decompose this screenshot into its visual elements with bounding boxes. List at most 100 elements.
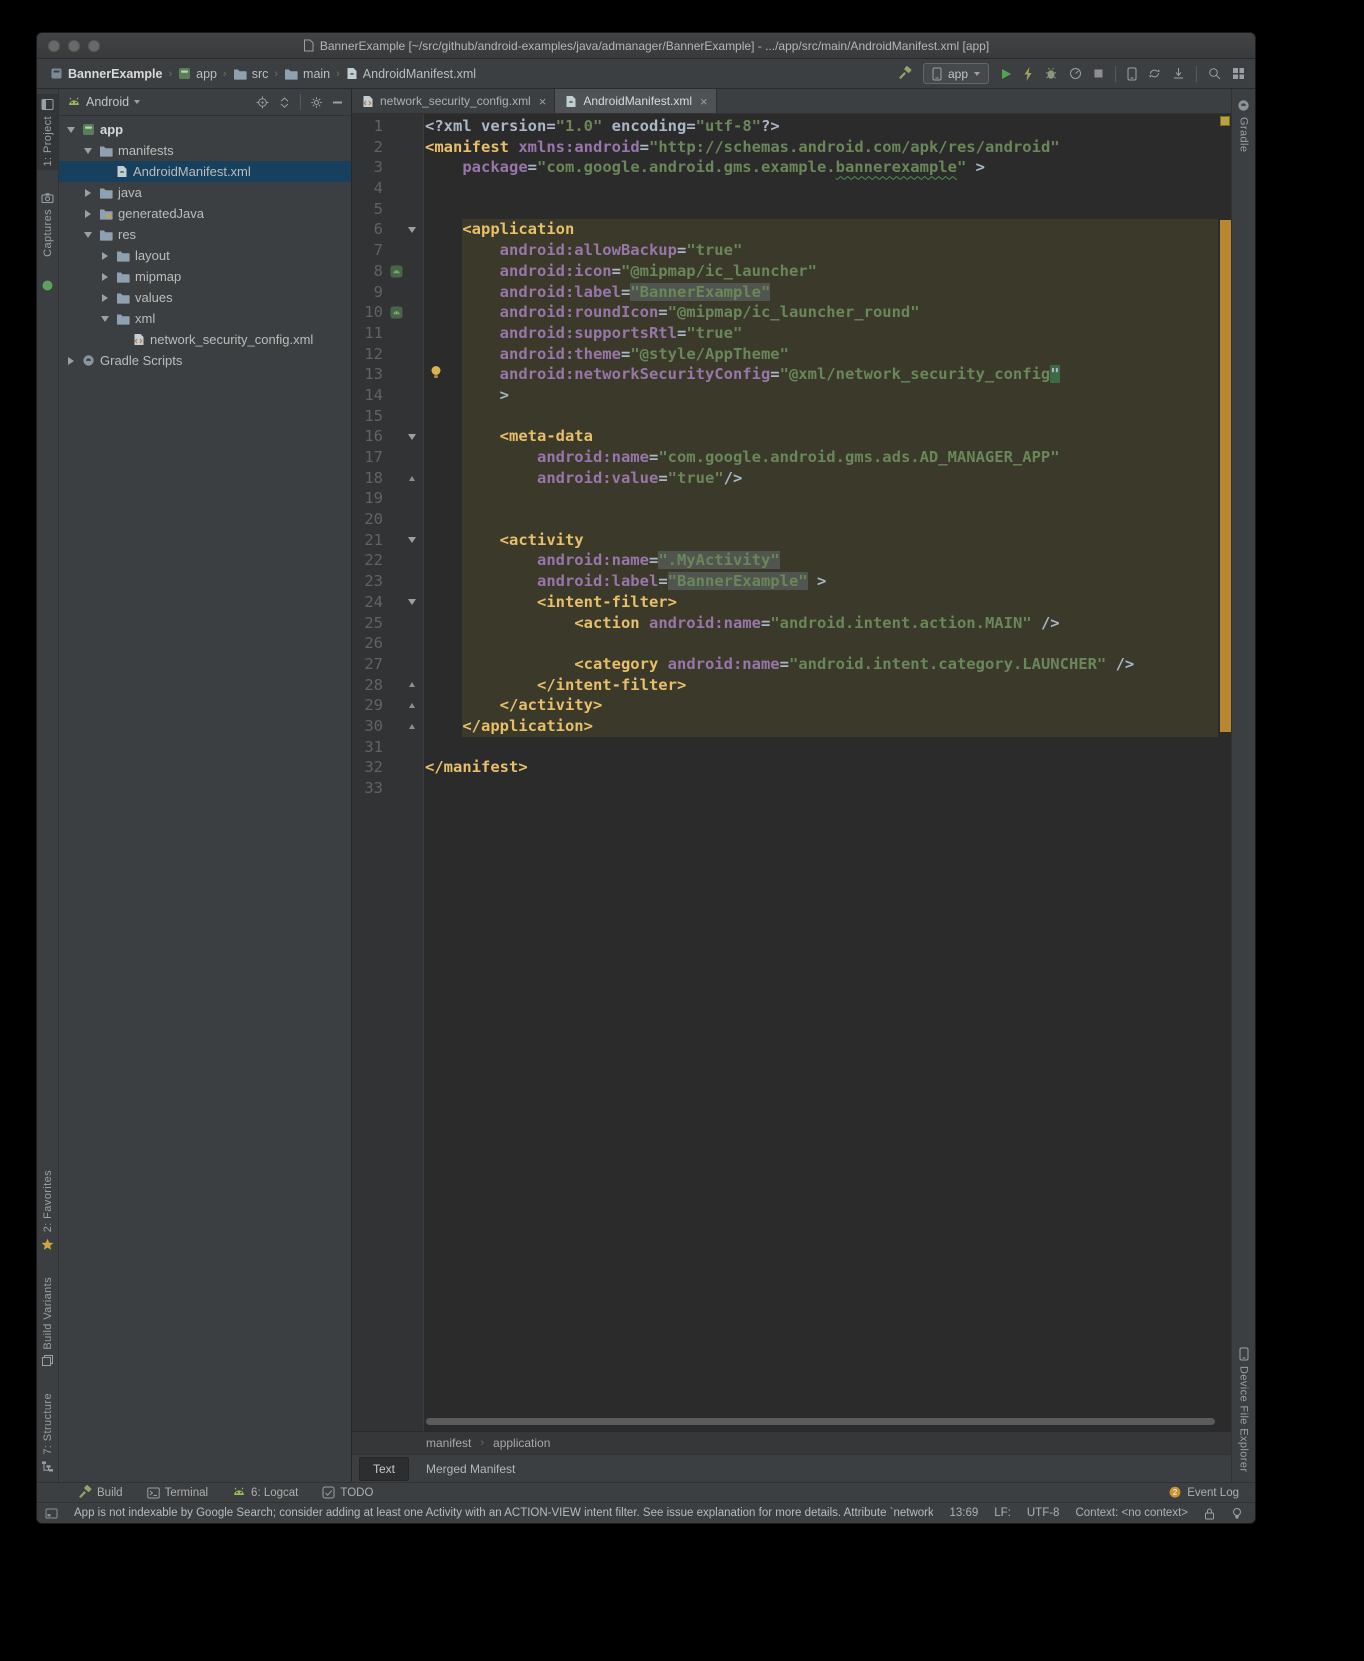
stop-icon[interactable] (1093, 68, 1104, 79)
line-number[interactable]: 23 (352, 571, 388, 592)
tree-expand-arrow[interactable] (99, 273, 111, 281)
code-line[interactable]: android:name=".MyActivity" (425, 550, 1218, 571)
sdk-manager-icon[interactable] (1172, 67, 1185, 80)
code-line[interactable]: android:theme="@style/AppTheme" (425, 344, 1218, 365)
line-number[interactable]: 30 (352, 716, 388, 737)
editor-mode-tab-text[interactable]: Text (359, 1457, 409, 1481)
tool-button-2-favorites[interactable]: 2: Favorites (37, 1166, 58, 1254)
line-number[interactable]: 16 (352, 426, 388, 447)
editor-tab[interactable]: network_security_config.xml× (352, 89, 555, 113)
code-line[interactable]: <manifest xmlns:android="http://schemas.… (425, 137, 1218, 158)
tree-item[interactable]: AndroidManifest.xml (59, 161, 351, 182)
line-number[interactable]: 15 (352, 406, 388, 427)
code-line[interactable] (425, 199, 1218, 220)
code-line[interactable]: android:supportsRtl="true" (425, 323, 1218, 344)
inspections-indicator[interactable] (1220, 116, 1230, 126)
line-number[interactable]: 8 (352, 261, 388, 282)
tree-item[interactable]: java (59, 182, 351, 203)
line-number[interactable]: 20 (352, 509, 388, 530)
fold-marker[interactable] (405, 724, 418, 729)
code-line[interactable]: <meta-data (425, 426, 1218, 447)
line-number[interactable]: 5 (352, 199, 388, 220)
breadcrumb-manifest[interactable]: manifest (426, 1436, 471, 1450)
hide-panel-icon[interactable] (332, 97, 343, 108)
line-number[interactable]: 27 (352, 654, 388, 675)
code-line[interactable] (425, 737, 1218, 758)
profiler-icon[interactable] (1069, 67, 1082, 80)
code-line[interactable] (425, 488, 1218, 509)
tree-expand-arrow[interactable] (82, 148, 94, 154)
fold-marker[interactable] (405, 476, 418, 481)
line-number[interactable]: 28 (352, 675, 388, 696)
tool-button-1-project[interactable]: 1: Project (37, 94, 58, 170)
line-number[interactable]: 25 (352, 613, 388, 634)
line-number[interactable]: 26 (352, 633, 388, 654)
launcher-preview-icon[interactable] (388, 306, 405, 319)
tree-expand-arrow[interactable] (82, 189, 94, 197)
line-number[interactable]: 14 (352, 385, 388, 406)
tree-item[interactable]: manifests (59, 140, 351, 161)
device-manager-icon[interactable] (1127, 67, 1137, 81)
lock-icon[interactable] (1204, 1507, 1215, 1520)
tool-button-device-file-explorer[interactable]: Device File Explorer (1232, 1343, 1255, 1476)
toolwindows-icon[interactable] (1232, 67, 1245, 80)
breadcrumb-item[interactable]: AndroidManifest.xml (343, 66, 479, 82)
code-line[interactable]: android:networkSecurityConfig="@xml/netw… (425, 364, 1218, 385)
apply-changes-icon[interactable] (1023, 67, 1033, 81)
tree-expand-arrow[interactable] (65, 357, 77, 365)
code-line[interactable]: </manifest> (425, 757, 1218, 778)
code-line[interactable]: </intent-filter> (425, 675, 1218, 696)
fold-marker[interactable] (405, 434, 418, 440)
breadcrumb-item[interactable]: app (175, 66, 220, 82)
line-ending[interactable]: LF: (994, 1507, 1011, 1519)
tool-window-button-terminal[interactable]: Terminal (147, 1487, 208, 1499)
tree-expand-arrow[interactable] (99, 294, 111, 302)
tree-item[interactable]: values (59, 287, 351, 308)
intention-bulb-icon[interactable] (430, 365, 442, 379)
tree-item[interactable]: network_security_config.xml (59, 329, 351, 350)
editor-tab[interactable]: AndroidManifest.xml× (555, 89, 716, 113)
tool-window-button-6-logcat[interactable]: 6: Logcat (232, 1486, 298, 1499)
locate-file-icon[interactable] (256, 96, 269, 109)
code-line[interactable] (425, 509, 1218, 530)
line-number[interactable]: 9 (352, 282, 388, 303)
line-number[interactable]: 17 (352, 447, 388, 468)
tree-item[interactable]: mipmap (59, 266, 351, 287)
line-number[interactable]: 2 (352, 137, 388, 158)
line-number[interactable]: 10 (352, 302, 388, 323)
fold-marker[interactable] (405, 682, 418, 687)
tool-window-button-todo[interactable]: TODO (322, 1486, 373, 1499)
tool-window-button-event-log[interactable]: 2Event Log (1168, 1486, 1239, 1499)
code-line[interactable] (425, 406, 1218, 427)
code-line[interactable] (425, 633, 1218, 654)
tree-item[interactable]: res (59, 224, 351, 245)
code-line[interactable]: </activity> (425, 695, 1218, 716)
code-line[interactable]: </application> (425, 716, 1218, 737)
launcher-preview-icon[interactable] (390, 306, 403, 319)
tree-expand-arrow[interactable] (99, 316, 111, 322)
settings-icon[interactable] (310, 96, 323, 109)
zoom-button[interactable] (88, 40, 100, 52)
line-number[interactable]: 21 (352, 530, 388, 551)
line-number[interactable]: 12 (352, 344, 388, 365)
tree-item[interactable]: layout (59, 245, 351, 266)
line-number[interactable]: 7 (352, 240, 388, 261)
line-number[interactable]: 6 (352, 219, 388, 240)
tree-item[interactable]: app (59, 119, 351, 140)
editor-mode-tab-merged-manifest[interactable]: Merged Manifest (413, 1458, 528, 1480)
code-line[interactable]: <?xml version="1.0" encoding="utf-8"?> (425, 116, 1218, 137)
code-line[interactable]: android:roundIcon="@mipmap/ic_launcher_r… (425, 302, 1218, 323)
android-tool-icon[interactable] (41, 279, 54, 292)
toolwindow-switcher-icon[interactable] (45, 1507, 58, 1520)
code-line[interactable]: android:value="true"/> (425, 468, 1218, 489)
line-number[interactable]: 31 (352, 737, 388, 758)
code-line[interactable]: <intent-filter> (425, 592, 1218, 613)
status-message[interactable]: App is not indexable by Google Search; c… (74, 1507, 933, 1519)
tool-button-gradle[interactable]: Gradle (1232, 95, 1255, 156)
launcher-preview-icon[interactable] (388, 265, 405, 278)
horizontal-scrollbar[interactable] (426, 1418, 1215, 1425)
fold-marker[interactable] (405, 537, 418, 543)
close-tab-icon[interactable]: × (539, 94, 547, 109)
highlighting-level-icon[interactable] (1231, 1507, 1243, 1520)
line-number[interactable]: 32 (352, 757, 388, 778)
